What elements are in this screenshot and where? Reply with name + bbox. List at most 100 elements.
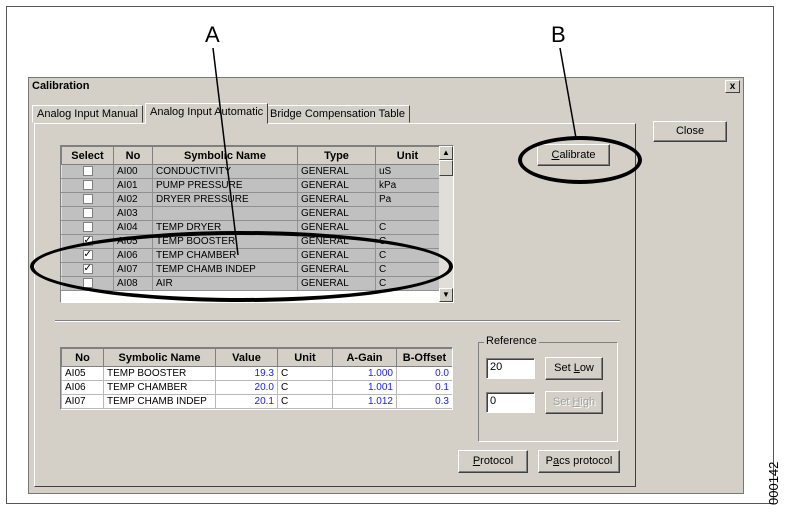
callout-b-label: B xyxy=(551,22,566,47)
channel-type-cell: GENERAL xyxy=(297,206,376,221)
scroll-up-icon[interactable]: ▲ xyxy=(439,146,453,160)
column-header-unit[interactable]: Unit xyxy=(375,146,440,165)
column-header-b-offset[interactable]: B-Offset xyxy=(396,348,452,367)
select-cell xyxy=(61,220,114,235)
channel-table-body: AI00 CONDUCTIVITY GENERAL uS AI01 PUMP PRESSU… xyxy=(61,164,440,291)
channel-unit-cell: C xyxy=(375,262,440,277)
channel-unit-cell: uS xyxy=(375,164,440,179)
select-checkbox[interactable] xyxy=(82,277,93,288)
channel-type-cell: GENERAL xyxy=(297,234,376,249)
channel-unit-cell xyxy=(375,206,440,221)
channel-no-cell: AI03 xyxy=(113,206,153,221)
scroll-down-icon[interactable]: ▼ xyxy=(439,288,453,302)
cal-no-cell: AI06 xyxy=(61,380,104,395)
select-cell xyxy=(61,192,114,207)
channel-unit-cell: C xyxy=(375,276,440,291)
pacs-protocol-button[interactable]: Pacs protocol xyxy=(538,450,620,473)
channel-name-cell: DRYER PRESSURE xyxy=(152,192,298,207)
reference-group-label: Reference xyxy=(484,335,539,347)
cal-name-cell: TEMP CHAMBER xyxy=(103,380,216,395)
channel-row[interactable]: AI01 PUMP PRESSURE GENERAL kPa xyxy=(61,178,440,193)
column-header-symbolic-name[interactable]: Symbolic Name xyxy=(152,146,298,165)
tab-analog-input-manual[interactable]: Analog Input Manual xyxy=(32,105,143,123)
channel-unit-cell: C xyxy=(375,248,440,263)
channel-no-cell: AI04 xyxy=(113,220,153,235)
channel-row[interactable]: AI04 TEMP DRYER GENERAL C xyxy=(61,220,440,235)
scroll-thumb[interactable] xyxy=(439,160,453,176)
channel-name-cell: AIR xyxy=(152,276,298,291)
select-cell xyxy=(61,164,114,179)
channel-name-cell: TEMP CHAMB INDEP xyxy=(152,262,298,277)
cal-unit-cell: C xyxy=(277,394,333,409)
channel-row[interactable]: AI02 DRYER PRESSURE GENERAL Pa xyxy=(61,192,440,207)
protocol-rest: rotocol xyxy=(480,455,514,467)
column-header-cal-unit[interactable]: Unit xyxy=(277,348,333,367)
cal-value-cell: 20.1 xyxy=(215,394,278,409)
channel-no-cell: AI00 xyxy=(113,164,153,179)
select-cell: ✓ xyxy=(61,262,114,277)
set-low-rest: ow xyxy=(579,362,594,374)
select-cell xyxy=(61,178,114,193)
channel-name-cell: CONDUCTIVITY xyxy=(152,164,298,179)
calibration-row[interactable]: AI07 TEMP CHAMB INDEP 20.1 C 1.012 0.3 xyxy=(61,394,452,409)
set-low-prefix: Set xyxy=(554,362,574,374)
tab-analog-input-automatic[interactable]: Analog Input Automatic xyxy=(145,103,269,124)
column-header-a-gain[interactable]: A-Gain xyxy=(332,348,397,367)
select-checkbox-checked[interactable]: ✓ xyxy=(82,264,93,274)
cal-gain-cell: 1.012 xyxy=(332,394,397,409)
select-checkbox[interactable] xyxy=(82,165,93,176)
channel-no-cell: AI01 xyxy=(113,178,153,193)
channel-row[interactable]: AI03 GENERAL xyxy=(61,206,440,221)
calibration-table-header-row: No Symbolic Name Value Unit A-Gain B-Off… xyxy=(61,348,452,367)
column-header-type[interactable]: Type xyxy=(297,146,376,165)
reference-high-input[interactable]: 0 xyxy=(486,392,535,413)
channel-row[interactable]: ✓ AI07 TEMP CHAMB INDEP GENERAL C xyxy=(61,262,440,277)
channel-no-cell: AI07 xyxy=(113,262,153,277)
tab-bridge-compensation-table[interactable]: Bridge Compensation Table xyxy=(265,105,410,123)
select-cell xyxy=(61,206,114,221)
calibration-row[interactable]: AI05 TEMP BOOSTER 19.3 C 1.000 0.0 xyxy=(61,366,452,381)
column-header-no[interactable]: No xyxy=(113,146,153,165)
channel-row[interactable]: ✓ AI06 TEMP CHAMBER GENERAL C xyxy=(61,248,440,263)
protocol-button[interactable]: Protocol xyxy=(458,450,528,473)
channel-row[interactable]: ✓ AI05 TEMP BOOSTER GENERAL C xyxy=(61,234,440,249)
channel-table-scrollbar[interactable]: ▲ ▼ xyxy=(439,146,453,302)
select-checkbox[interactable] xyxy=(82,179,93,190)
select-cell xyxy=(61,276,114,291)
select-checkbox[interactable] xyxy=(82,221,93,232)
column-header-cal-symbolic-name[interactable]: Symbolic Name xyxy=(103,348,216,367)
cal-gain-cell: 1.000 xyxy=(332,366,397,381)
cal-no-cell: AI07 xyxy=(61,394,104,409)
channel-name-cell: TEMP DRYER xyxy=(152,220,298,235)
column-header-value[interactable]: Value xyxy=(215,348,278,367)
select-checkbox-checked[interactable]: ✓ xyxy=(82,236,93,246)
tab-panel-automatic: Select No Symbolic Name Type Unit AI00 CO… xyxy=(34,123,636,487)
cal-offset-cell: 0.1 xyxy=(396,380,452,395)
set-low-button[interactable]: Set Low xyxy=(545,357,603,380)
select-checkbox-checked[interactable]: ✓ xyxy=(82,250,93,260)
select-checkbox[interactable] xyxy=(82,207,93,218)
calibration-row[interactable]: AI06 TEMP CHAMBER 20.0 C 1.001 0.1 xyxy=(61,380,452,395)
cal-no-cell: AI05 xyxy=(61,366,104,381)
channel-type-cell: GENERAL xyxy=(297,276,376,291)
title-bar: Calibration x xyxy=(29,78,743,96)
channel-row[interactable]: AI08 AIR GENERAL C xyxy=(61,276,440,291)
select-checkbox[interactable] xyxy=(82,193,93,204)
cal-unit-cell: C xyxy=(277,366,333,381)
reference-low-input[interactable]: 20 xyxy=(486,358,535,379)
channel-type-cell: GENERAL xyxy=(297,178,376,193)
section-separator xyxy=(55,320,620,322)
window-close-icon[interactable]: x xyxy=(725,80,740,93)
close-button[interactable]: Close xyxy=(653,121,727,142)
channel-unit-cell: Pa xyxy=(375,192,440,207)
callout-a-label: A xyxy=(205,22,220,47)
calibration-table-body: AI05 TEMP BOOSTER 19.3 C 1.000 0.0 AI06 TEMP CH… xyxy=(61,366,452,409)
channel-unit-cell: C xyxy=(375,234,440,249)
column-header-select[interactable]: Select xyxy=(61,146,114,165)
channel-no-cell: AI06 xyxy=(113,248,153,263)
calibrate-button[interactable]: Calibrate xyxy=(537,144,610,166)
set-high-button[interactable]: Set High xyxy=(545,391,603,414)
column-header-cal-no[interactable]: No xyxy=(61,348,104,367)
channel-no-cell: AI05 xyxy=(113,234,153,249)
channel-row[interactable]: AI00 CONDUCTIVITY GENERAL uS xyxy=(61,164,440,179)
